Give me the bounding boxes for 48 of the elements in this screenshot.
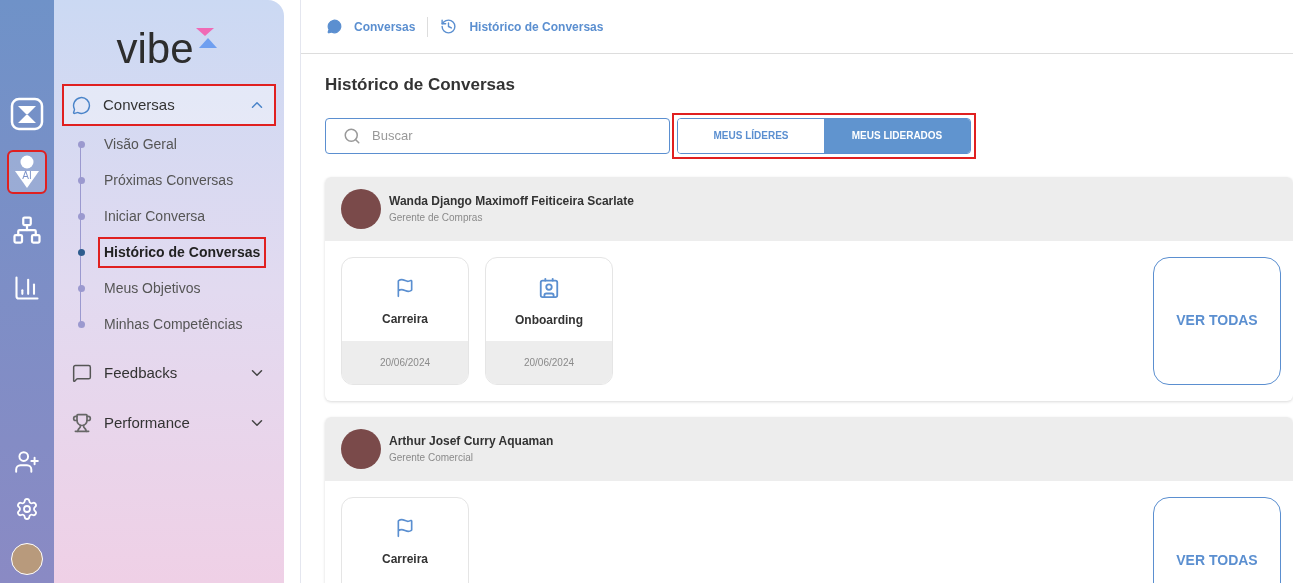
person-role: Gerente de Compras xyxy=(389,211,484,225)
conversation-type: Onboarding xyxy=(515,312,583,329)
user-avatar[interactable] xyxy=(11,543,43,575)
chat-bubble-icon xyxy=(72,95,91,115)
conversation-card[interactable]: Onboarding 20/06/2024 xyxy=(485,256,613,385)
person-name: Wanda Django Maximoff Feiticeira Scarlate xyxy=(389,193,634,210)
page-title: Histórico de Conversas xyxy=(325,74,516,96)
network-icon[interactable] xyxy=(12,215,42,245)
nav-section[interactable]: Conversas xyxy=(64,86,274,124)
ai-label: AI xyxy=(21,171,33,181)
nav-item[interactable]: Meus Objetivos xyxy=(100,274,205,302)
search-field[interactable]: Buscar xyxy=(325,117,670,154)
settings-icon[interactable] xyxy=(15,497,39,521)
flag-icon xyxy=(395,518,415,538)
nav-section[interactable]: Performance xyxy=(64,404,274,442)
trophy-icon xyxy=(72,413,92,433)
person-name: Arthur Josef Curry Aquaman xyxy=(389,433,554,450)
conversation-date: 20/06/2024 xyxy=(379,355,431,370)
hourglass-logo-icon[interactable] xyxy=(10,97,44,131)
see-all-button[interactable]: VER TODAS xyxy=(1153,496,1281,583)
nav-item[interactable]: Próximas Conversas xyxy=(100,166,238,194)
flag-icon xyxy=(395,278,415,298)
person-role: Gerente Comercial xyxy=(389,451,474,465)
add-user-icon[interactable] xyxy=(14,449,40,475)
nav-item[interactable]: Visão Geral xyxy=(100,130,181,158)
conversation-type: Carreira xyxy=(382,311,428,328)
history-icon xyxy=(440,18,458,35)
chat-bubble-icon xyxy=(327,19,342,34)
nav-item[interactable]: Iniciar Conversa xyxy=(100,202,210,230)
vibe-logo: vibe xyxy=(116,28,194,70)
bar-chart-icon[interactable] xyxy=(13,274,41,302)
breadcrumb-link[interactable]: Histórico de Conversas xyxy=(469,17,604,36)
toggle-tab[interactable]: MEUS LIDERADOS xyxy=(824,118,970,153)
see-all-button[interactable]: VER TODAS xyxy=(1153,256,1281,385)
nav-item[interactable]: Minhas Competências xyxy=(100,310,247,338)
avatar-placeholder xyxy=(341,428,381,469)
nav-item[interactable]: Histórico de Conversas xyxy=(100,238,265,266)
conversation-date: 20/06/2024 xyxy=(523,355,575,370)
nav-section[interactable]: Feedbacks xyxy=(64,354,274,392)
breadcrumb-link[interactable]: Conversas xyxy=(354,17,416,36)
person-shield-icon[interactable] xyxy=(13,154,41,190)
contact-card-icon xyxy=(538,277,560,299)
avatar-placeholder xyxy=(341,188,381,229)
conversation-card[interactable]: Carreira 20/06/2024 xyxy=(341,256,469,385)
conversation-type: Carreira xyxy=(382,551,428,568)
search-icon xyxy=(343,126,361,145)
conversation-card[interactable]: Carreira xyxy=(341,496,469,583)
feedback-icon xyxy=(72,363,92,383)
